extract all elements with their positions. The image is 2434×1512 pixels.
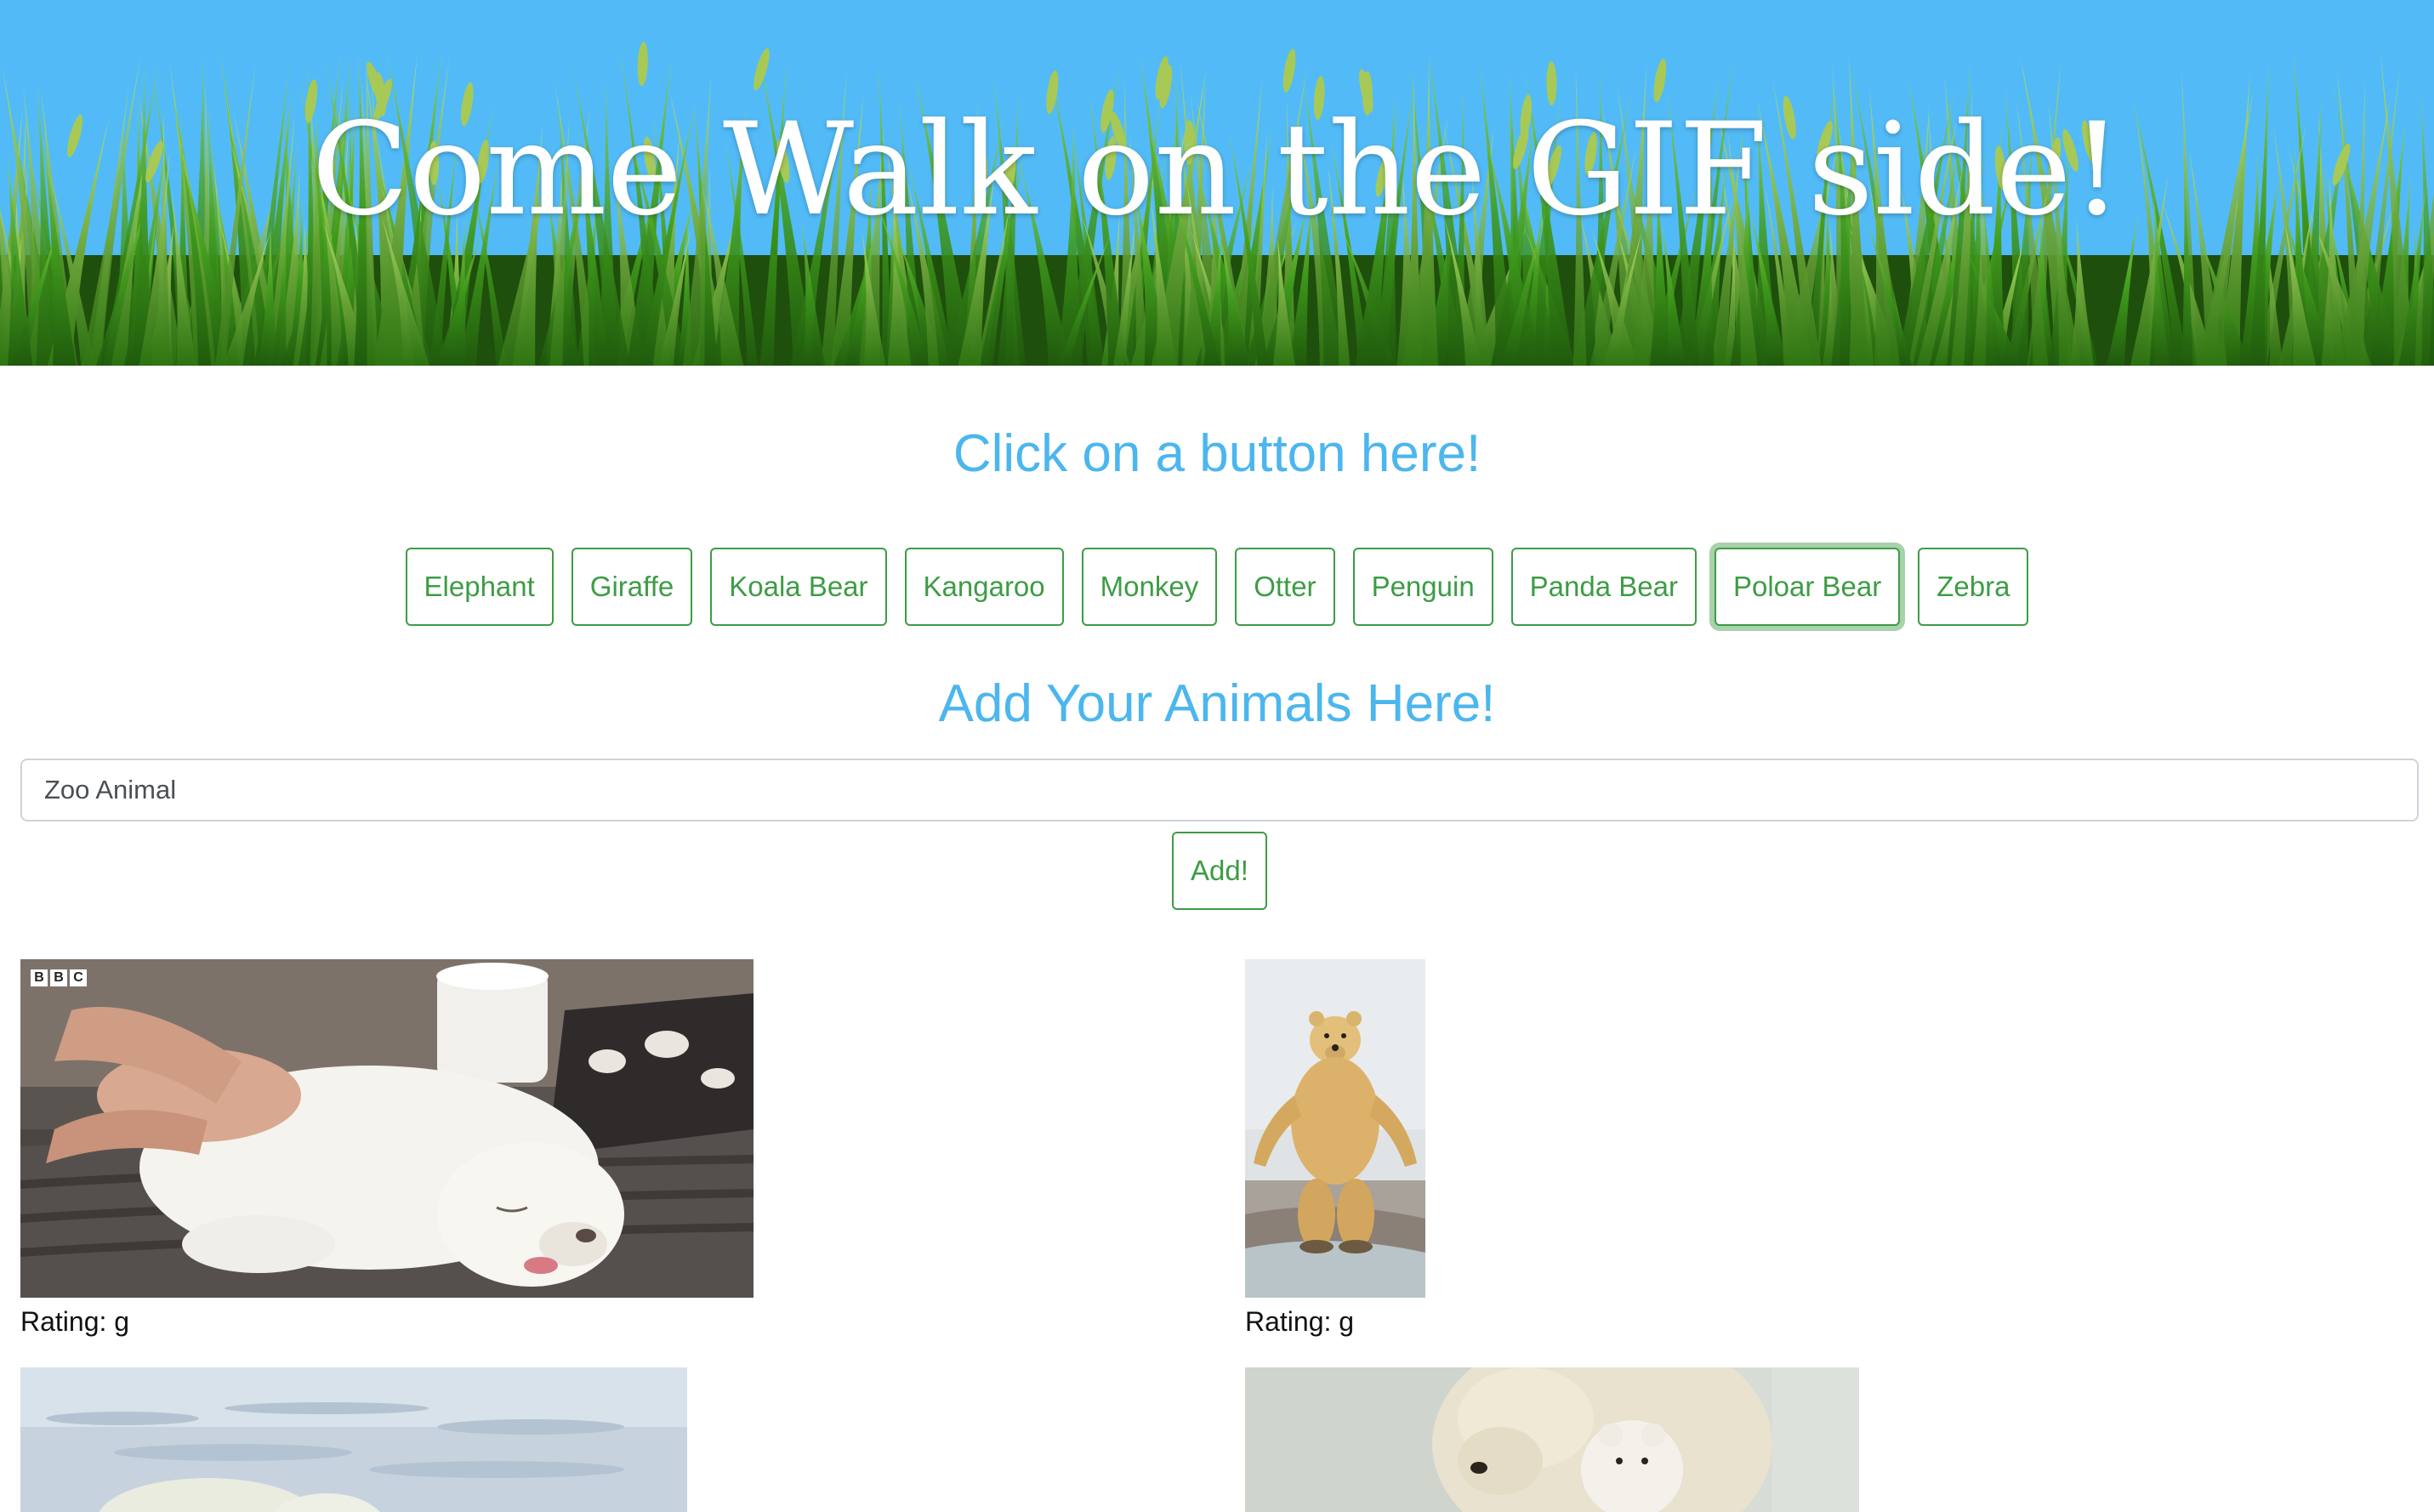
zoo-animal-input[interactable] bbox=[20, 759, 2419, 821]
animal-button-row: Elephant Giraffe Koala Bear Kangaroo Mon… bbox=[0, 548, 2434, 626]
bbc-logo: BBC bbox=[31, 969, 87, 986]
animal-button-giraffe[interactable]: Giraffe bbox=[571, 548, 693, 626]
animal-button-poloar-bear[interactable]: Poloar Bear bbox=[1714, 548, 1901, 626]
add-animals-heading: Add Your Animals Here! bbox=[938, 674, 1496, 733]
animal-button-panda-bear[interactable]: Panda Bear bbox=[1510, 548, 1697, 626]
polar-bear-cub-gif[interactable] bbox=[20, 959, 754, 1298]
animal-button-koala-bear[interactable]: Koala Bear bbox=[710, 548, 887, 626]
animal-button-zebra[interactable]: Zebra bbox=[1918, 548, 2029, 626]
header-banner: Come Walk on the GIF side! bbox=[0, 0, 2434, 366]
animal-button-kangaroo[interactable]: Kangaroo bbox=[904, 548, 1064, 626]
banner-title: Come Walk on the GIF side! bbox=[311, 96, 2123, 244]
animal-button-otter[interactable]: Otter bbox=[1235, 548, 1335, 626]
page: Come Walk on the GIF side! Click on a bu… bbox=[0, 0, 2434, 1512]
rating-label: Rating: g bbox=[1245, 1306, 1355, 1337]
animal-button-monkey[interactable]: Monkey bbox=[1081, 548, 1218, 626]
gif-result: BBC Rating: g bbox=[20, 959, 754, 1339]
buttons-heading: Click on a button here! bbox=[953, 424, 1481, 483]
standing-polar-bear-gif[interactable] bbox=[1245, 959, 1425, 1298]
animal-button-elephant[interactable]: Elephant bbox=[405, 548, 554, 626]
rating-label: Rating: g bbox=[20, 1306, 130, 1337]
add-button[interactable]: Add! bbox=[1172, 832, 1267, 910]
gif-result: Rating: g bbox=[1245, 959, 1425, 1339]
polar-bear-snow-gif[interactable] bbox=[20, 1367, 687, 1512]
gif-result bbox=[1245, 1367, 1859, 1512]
polar-bear-mother-cub-gif[interactable] bbox=[1245, 1367, 1859, 1512]
gif-result bbox=[20, 1367, 687, 1512]
animal-button-penguin[interactable]: Penguin bbox=[1352, 548, 1493, 626]
